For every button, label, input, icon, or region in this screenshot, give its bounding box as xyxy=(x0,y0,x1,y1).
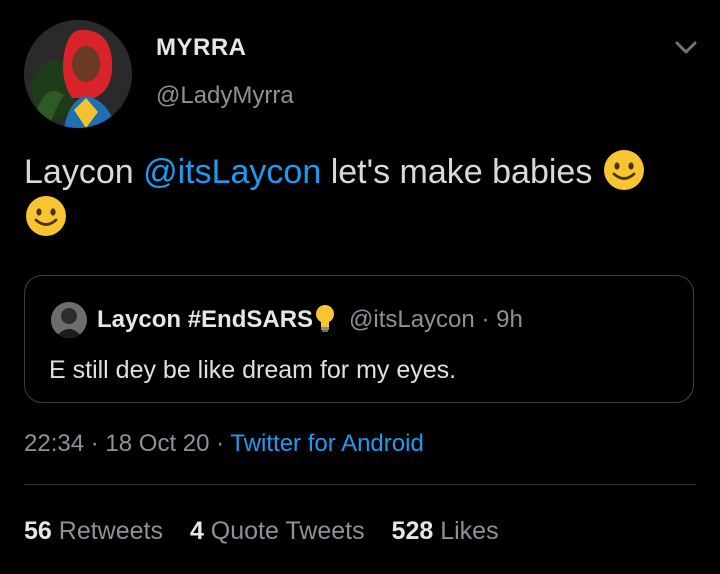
likes-stat[interactable]: 528 Likes xyxy=(392,517,499,546)
author-name[interactable]: MYRRA xyxy=(156,34,247,62)
meta-dot: · xyxy=(216,430,225,457)
quoted-author-handle[interactable]: @itsLaycon xyxy=(349,306,475,333)
quoted-author-name[interactable]: Laycon #EndSARS xyxy=(97,306,313,334)
divider xyxy=(24,484,696,485)
author-avatar[interactable] xyxy=(24,20,132,128)
client-link[interactable]: Twitter for Android xyxy=(230,430,423,457)
tweet-stats: 56 Retweets 4 Quote Tweets 528 Likes xyxy=(24,517,519,546)
quoted-author-meta: @itsLaycon · 9h xyxy=(349,306,523,334)
tweet-meta: 22:34 · 18 Oct 20 · Twitter for Android xyxy=(24,430,424,458)
tweet-text: Laycon @itsLaycon let's make babies xyxy=(24,150,704,242)
quoted-author-avatar[interactable] xyxy=(51,302,87,338)
likes-label: Likes xyxy=(440,517,499,545)
likes-count: 528 xyxy=(391,517,434,545)
author-handle[interactable]: @LadyMyrra xyxy=(156,82,294,110)
quoted-separator: · xyxy=(481,306,490,333)
meta-dot: · xyxy=(90,430,99,457)
retweets-label: Retweets xyxy=(58,517,163,545)
light-bulb-icon xyxy=(316,305,334,332)
quoted-tweet-card[interactable]: Laycon #EndSARS @itsLaycon · 9h E still … xyxy=(24,275,694,403)
mention-link[interactable]: @itsLaycon xyxy=(143,153,321,191)
tweet-text-after: let's make babies xyxy=(321,153,602,191)
quote-tweets-label: Quote Tweets xyxy=(210,517,365,545)
retweets-stat[interactable]: 56 Retweets xyxy=(24,517,163,546)
quoted-tweet-text: E still dey be like dream for my eyes. xyxy=(49,356,457,384)
smiling-face-icon xyxy=(603,150,644,191)
retweets-count: 56 xyxy=(24,517,52,545)
tweet-date: 18 Oct 20 xyxy=(105,430,210,457)
chevron-down-icon[interactable] xyxy=(672,36,700,58)
quoted-age: 9h xyxy=(496,306,523,333)
quote-tweets-stat[interactable]: 4 Quote Tweets xyxy=(190,517,365,546)
quote-tweets-count: 4 xyxy=(189,517,204,545)
tweet-time: 22:34 xyxy=(24,430,85,457)
tweet-text-before: Laycon xyxy=(24,153,144,191)
smiling-face-icon xyxy=(26,196,66,237)
